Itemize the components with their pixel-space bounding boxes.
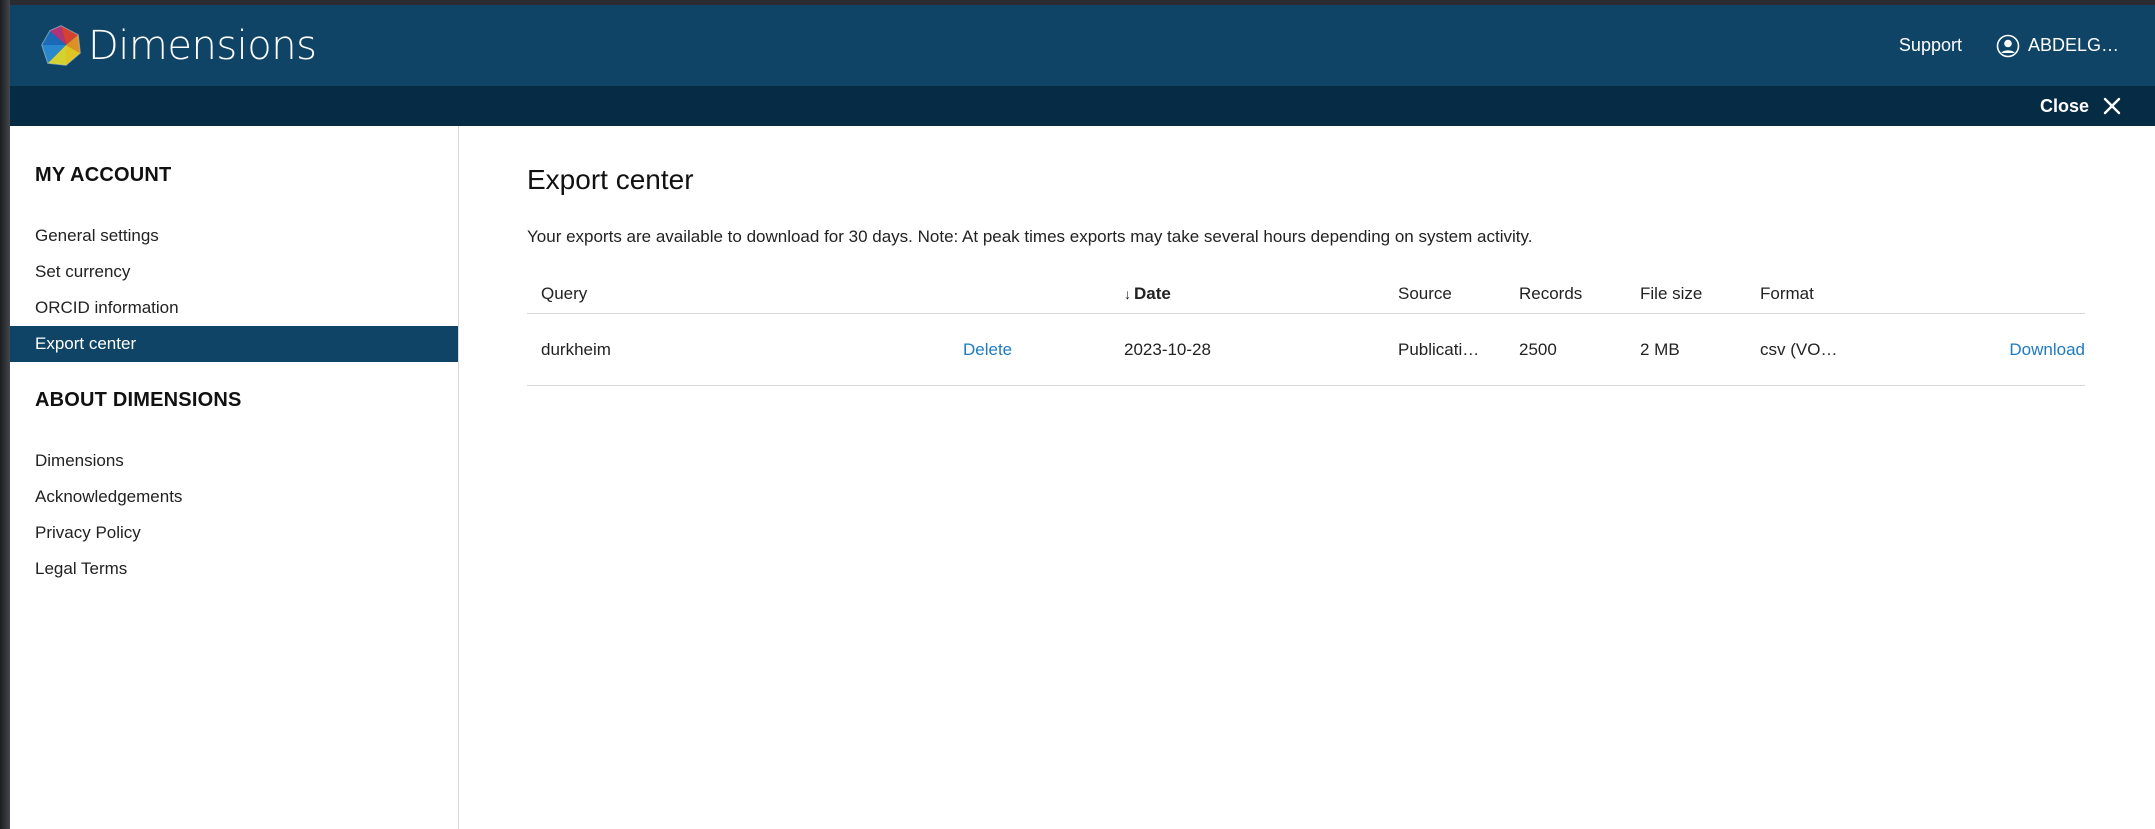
sidebar-item-label: Set currency (35, 262, 131, 281)
account-sidebar: MY ACCOUNT General settings Set currency… (10, 126, 459, 829)
page-title: Export center (527, 164, 694, 195)
sidebar-item-orcid-information[interactable]: ORCID information (10, 290, 458, 326)
column-header-date-label: Date (1134, 283, 1171, 303)
cell-file-size: 2 MB (1640, 339, 1680, 359)
sidebar-item-general-settings[interactable]: General settings (10, 218, 458, 254)
column-header-query[interactable]: Query (541, 274, 587, 313)
sidebar-item-set-currency[interactable]: Set currency (10, 254, 458, 290)
sidebar-item-label: Legal Terms (35, 559, 128, 578)
delete-export-button[interactable]: Delete (963, 314, 1012, 385)
column-header-date[interactable]: ↓ Date (1124, 274, 1171, 313)
sidebar-item-acknowledgements[interactable]: Acknowledgements (10, 479, 458, 515)
user-avatar-icon (1996, 34, 2020, 57)
sort-descending-icon: ↓ (1124, 285, 1131, 302)
column-header-format[interactable]: Format (1760, 274, 1814, 313)
table-row: durkheim Delete 2023-10-28 Publicati… 25… (527, 314, 2085, 386)
user-menu[interactable]: ABDELG… (1996, 34, 2119, 58)
sidebar-item-label: Acknowledgements (35, 487, 183, 506)
sidebar-item-privacy-policy[interactable]: Privacy Policy (10, 515, 458, 551)
top-header: Dimensions Support ABDELG… (10, 5, 2155, 86)
dimensions-logo-icon (41, 25, 81, 66)
exports-table: Query ↓ Date Source Records File size Fo… (527, 274, 2085, 386)
support-link[interactable]: Support (1899, 35, 1962, 56)
close-label: Close (2039, 95, 2089, 116)
section-heading-about-dimensions: ABOUT DIMENSIONS (35, 389, 242, 411)
user-name: ABDELG… (2027, 35, 2119, 55)
table-header: Query ↓ Date Source Records File size Fo… (527, 274, 2085, 314)
sidebar-item-dimensions[interactable]: Dimensions (10, 443, 458, 479)
brand-name: Dimensions (88, 23, 317, 69)
close-icon (2103, 97, 2121, 115)
cell-records: 2500 (1519, 339, 1557, 359)
export-notice: Your exports are available to download f… (527, 227, 1533, 246)
cell-source: Publicati… (1398, 339, 1480, 359)
section-heading-my-account: MY ACCOUNT (35, 164, 172, 186)
column-header-records[interactable]: Records (1519, 274, 1582, 313)
sidebar-item-label: Export center (35, 334, 137, 353)
sub-toolbar: Close (10, 86, 2155, 126)
main-content: Export center Your exports are available… (459, 126, 2155, 829)
download-export-button[interactable]: Download (2009, 314, 2085, 385)
cell-format: csv (VO… (1760, 339, 1838, 359)
brand-logo[interactable]: Dimensions (38, 23, 317, 69)
sidebar-item-export-center[interactable]: Export center (10, 326, 458, 362)
cell-query: durkheim (541, 339, 611, 359)
close-button[interactable]: Close (2040, 86, 2121, 126)
sidebar-item-legal-terms[interactable]: Legal Terms (10, 551, 458, 587)
header-actions: Support ABDELG… (1899, 5, 2119, 86)
column-header-file-size[interactable]: File size (1640, 274, 1702, 313)
sidebar-item-label: General settings (35, 226, 159, 245)
sidebar-item-label: ORCID information (35, 298, 179, 317)
window-left-edge (0, 0, 10, 829)
sidebar-item-label: Dimensions (35, 451, 124, 470)
column-header-source[interactable]: Source (1398, 274, 1452, 313)
sidebar-item-label: Privacy Policy (35, 523, 141, 542)
cell-date: 2023-10-28 (1124, 339, 1211, 359)
app-window: Dimensions Support ABDELG… Close MY ACCO… (10, 5, 2155, 829)
